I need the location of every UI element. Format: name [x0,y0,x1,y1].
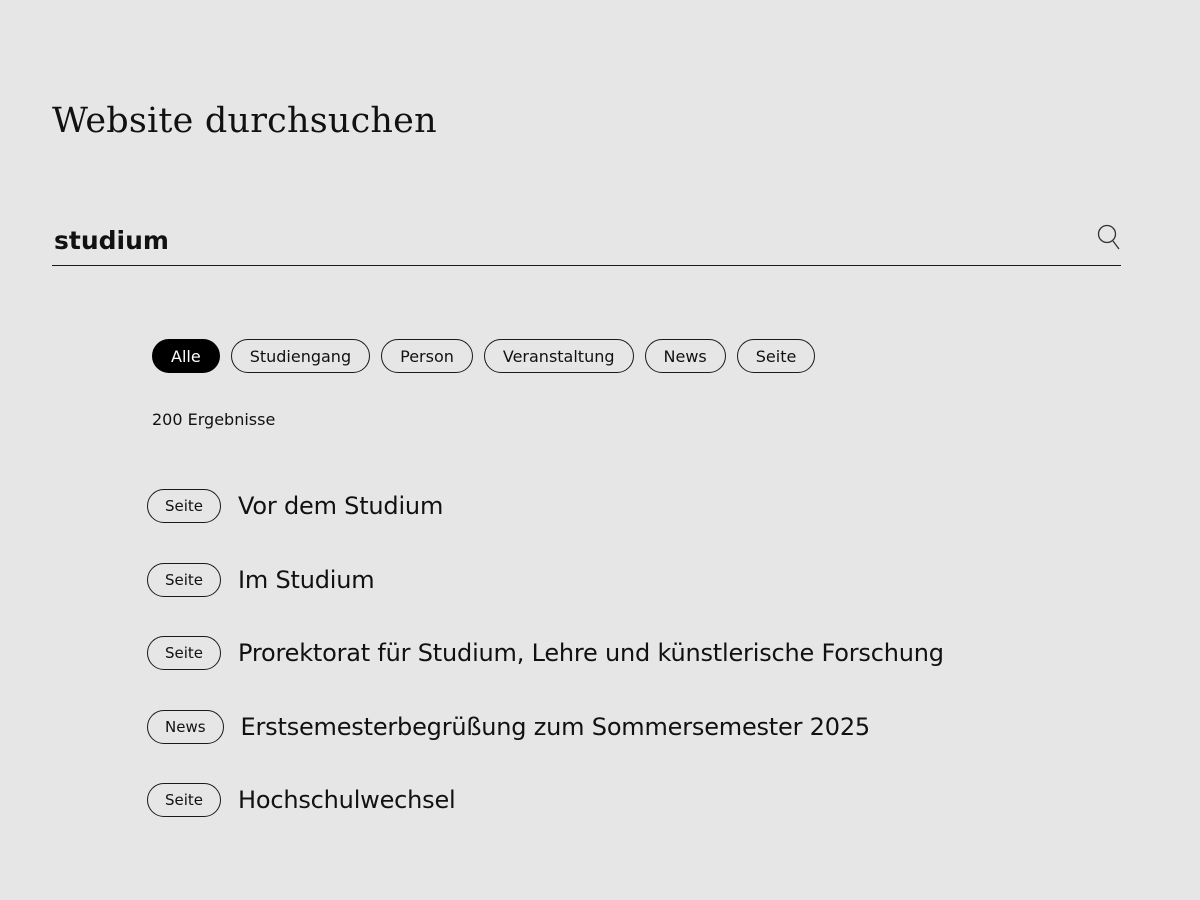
page-title: Website durchsuchen [52,101,437,141]
result-item[interactable]: News Erstsemesterbegrüßung zum Sommersem… [147,709,944,744]
search-input[interactable] [52,218,1054,262]
filter-chip-alle[interactable]: Alle [152,339,220,373]
result-type-badge: Seite [147,562,222,597]
result-title-link[interactable]: Vor dem Studium [238,492,443,520]
result-count: 200 Ergebnisse [152,410,276,429]
filter-chip-seite[interactable]: Seite [736,339,816,373]
search-bar [52,218,1121,266]
filter-chips: Alle Studiengang Person Veranstaltung Ne… [152,339,816,373]
result-item[interactable]: Seite Hochschulwechsel [147,783,944,817]
filter-chip-news[interactable]: News [644,339,726,373]
filter-chip-person[interactable]: Person [381,339,473,373]
filter-chip-veranstaltung[interactable]: Veranstaltung [483,339,634,373]
result-type-badge: Seite [147,489,222,523]
result-type-badge: Seite [147,636,222,670]
result-title-link[interactable]: Erstsemesterbegrüßung zum Sommersemester… [241,713,871,741]
result-type-badge: News [147,709,224,744]
result-item[interactable]: Seite Vor dem Studium [147,489,944,523]
result-title-link[interactable]: Im Studium [238,566,375,594]
results-list: Seite Vor dem Studium Seite Im Studium S… [147,489,944,857]
result-title-link[interactable]: Hochschulwechsel [238,786,456,814]
filter-chip-studiengang[interactable]: Studiengang [230,339,371,373]
search-icon[interactable] [1097,224,1121,252]
result-item[interactable]: Seite Im Studium [147,562,944,597]
result-type-badge: Seite [147,783,222,817]
result-item[interactable]: Seite Prorektorat für Studium, Lehre und… [147,636,944,670]
result-title-link[interactable]: Prorektorat für Studium, Lehre und künst… [238,639,944,667]
